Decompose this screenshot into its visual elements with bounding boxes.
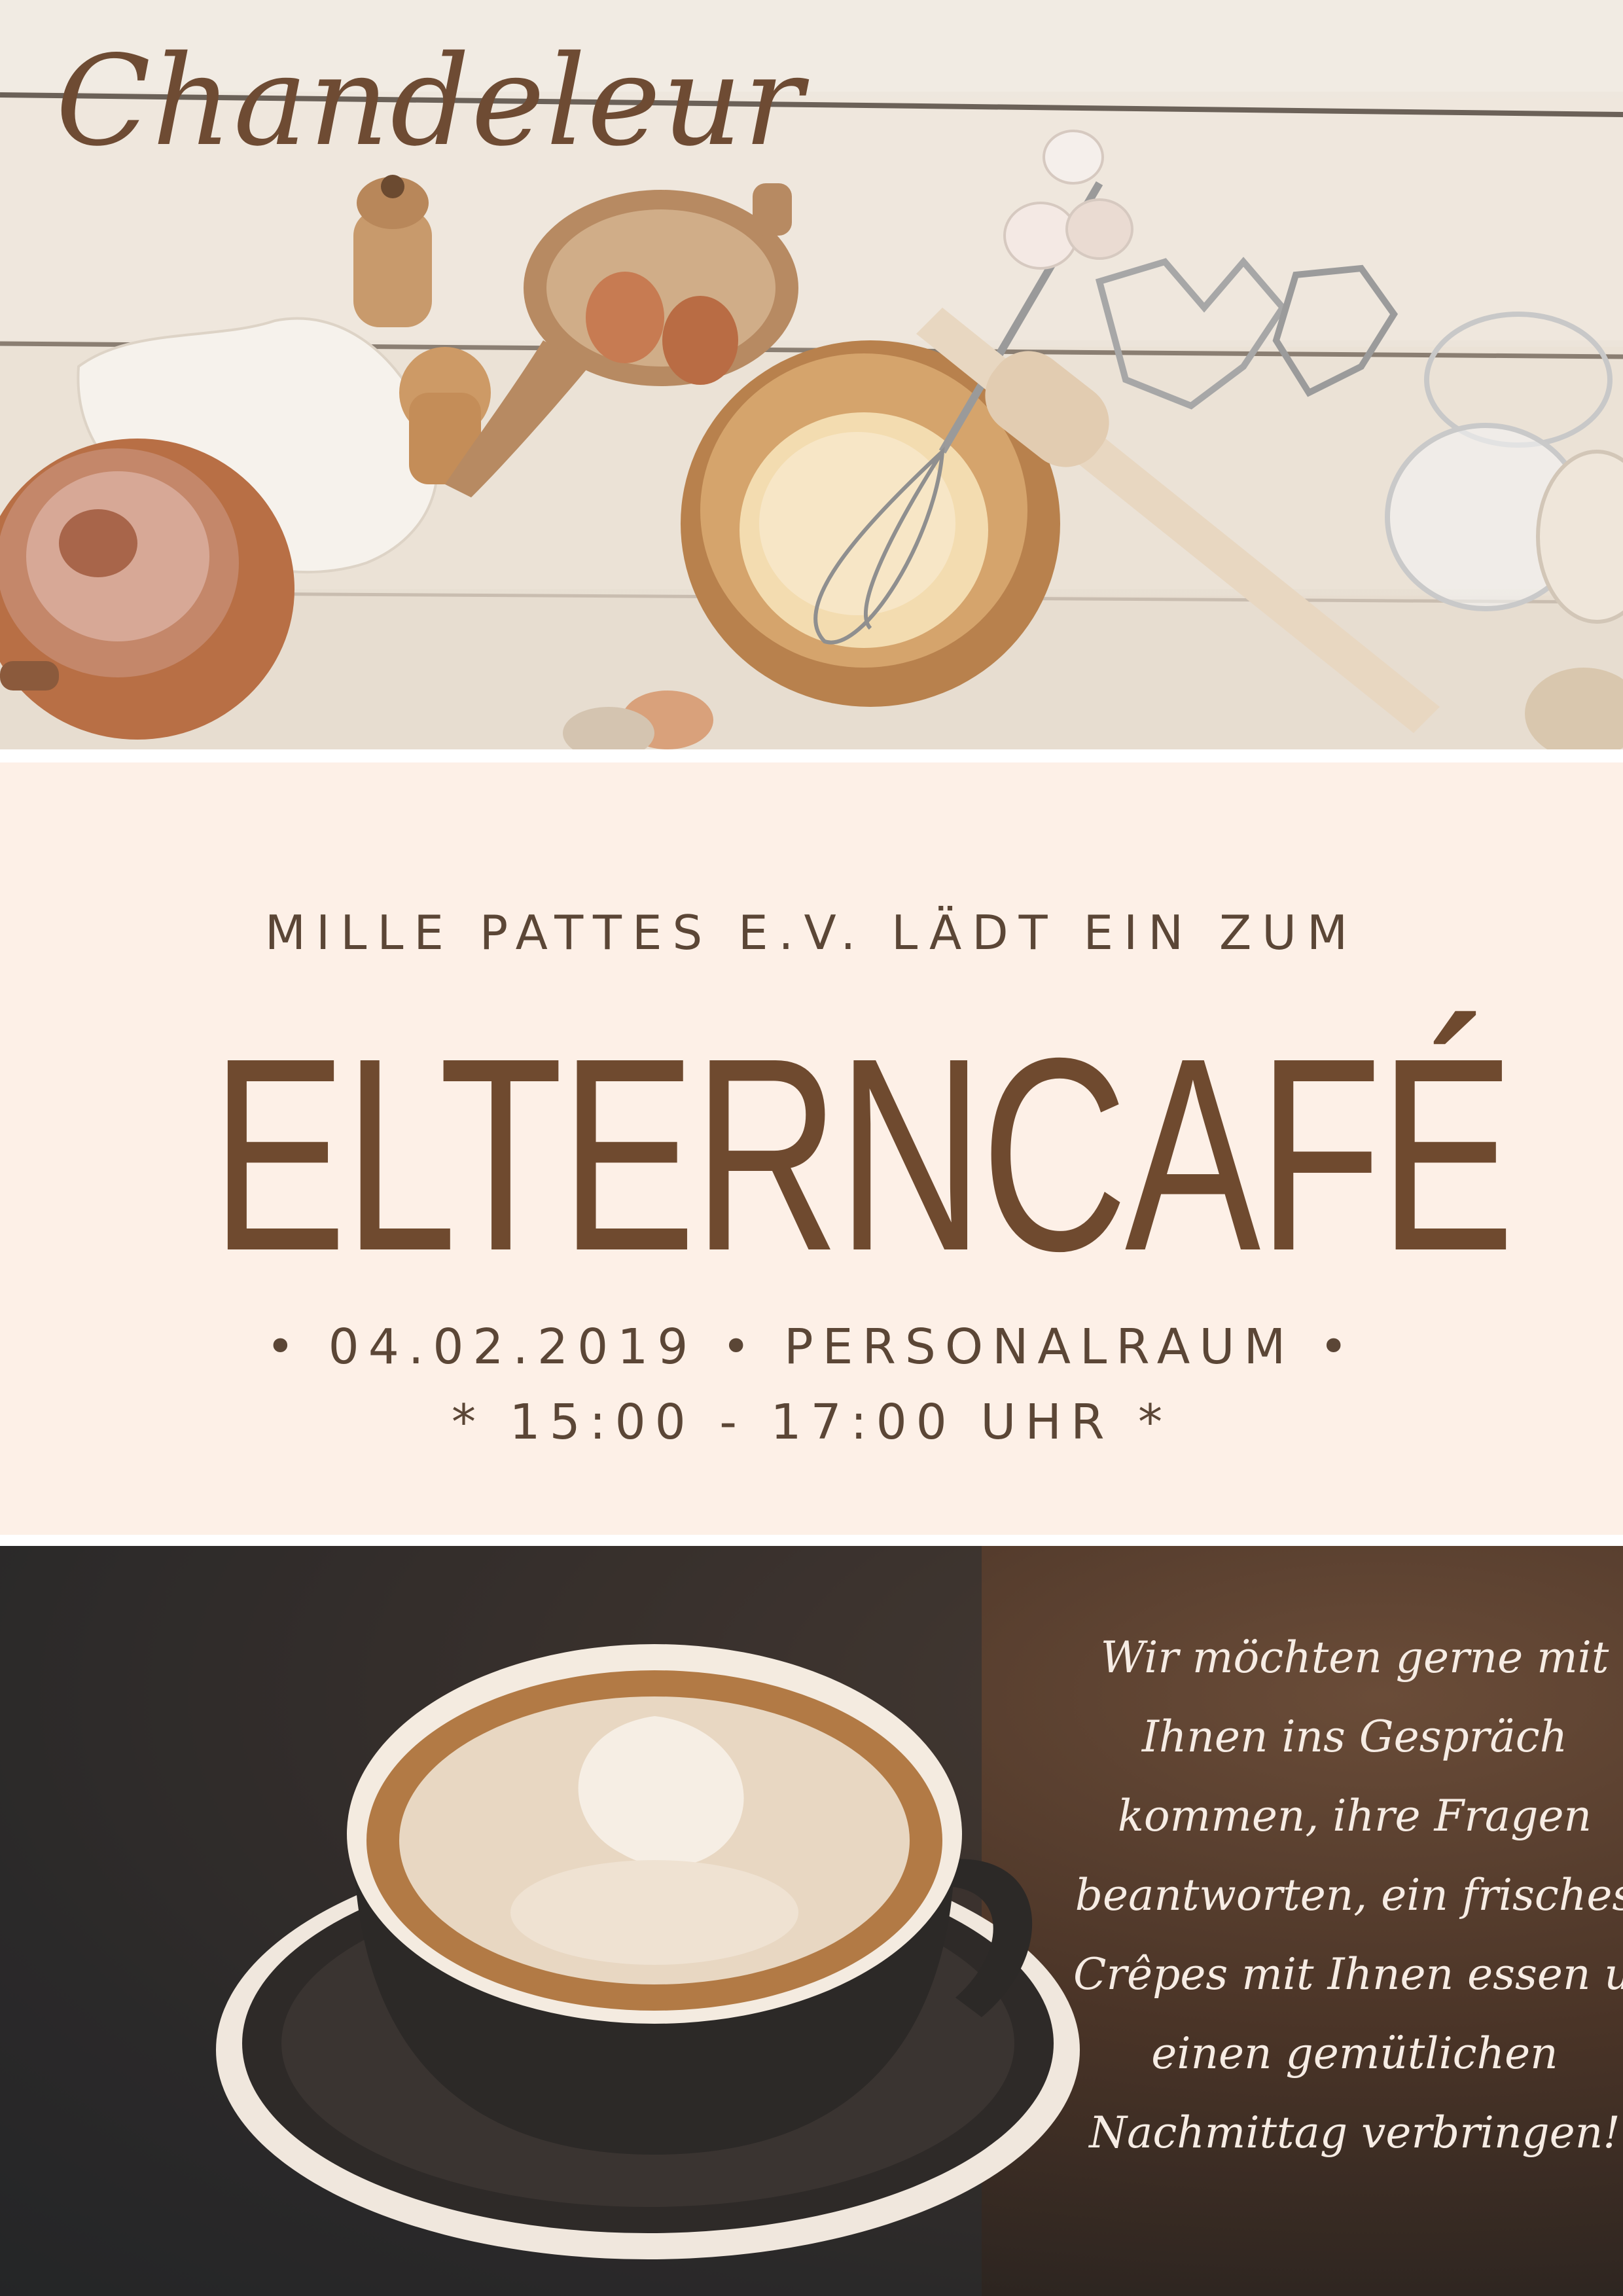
invitation-line: Crêpes mit Ihnen essen und <box>1073 1949 1623 2000</box>
flyer-page: Chandeleur MILLE PATTES E.V. LÄDT EIN ZU… <box>0 0 1623 2296</box>
invitation-line: einen gemütlichen <box>1151 2028 1558 2079</box>
invitation-line: Ihnen ins Gespräch <box>1141 1712 1568 1762</box>
chandeleur-script-title: Chandeleur <box>56 29 804 173</box>
event-info-panel: MILLE PATTES E.V. LÄDT EIN ZUM ELTERNCAF… <box>0 762 1623 1535</box>
invitation-line: kommen, ihre Fragen <box>1117 1791 1592 1841</box>
baking-ingredients-photo: Chandeleur <box>0 0 1623 749</box>
event-intro-text: MILLE PATTES E.V. LÄDT EIN ZUM <box>264 905 1359 960</box>
event-time: * 15:00 - 17:00 UHR * <box>451 1394 1172 1450</box>
invitation-line: Wir möchten gerne mit <box>1100 1632 1609 1683</box>
invitation-line: beantworten, ein frisches <box>1075 1870 1623 1920</box>
event-date-location: • 04.02.2019 • PERSONALRAUM • <box>266 1319 1357 1375</box>
event-title: ELTERNCAFÉ <box>211 1001 1514 1308</box>
cappuccino-cup-photo: Wir möchten gerne mit Ihnen ins Gespräch… <box>0 1546 1623 2296</box>
invitation-text: Wir möchten gerne mit Ihnen ins Gespräch… <box>1073 1618 1623 2172</box>
invitation-line: Nachmittag verbringen! <box>1089 2108 1620 2158</box>
